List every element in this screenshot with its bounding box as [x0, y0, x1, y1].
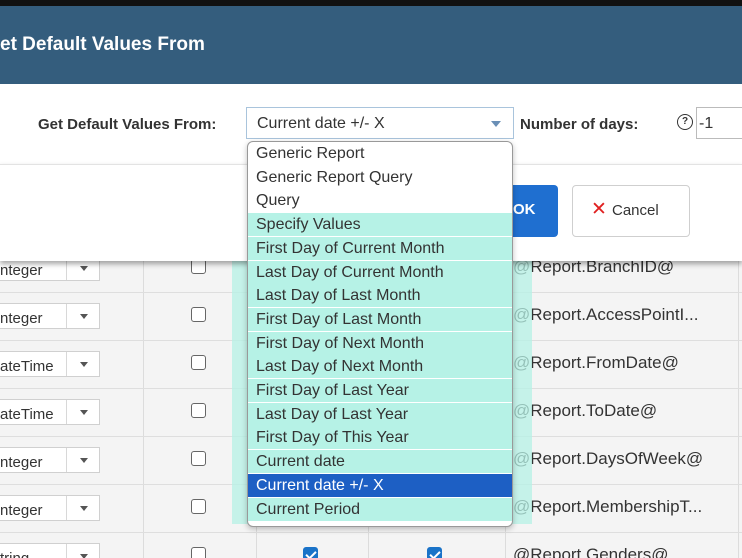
dropdown-option[interactable]: First Day of This Year [248, 426, 512, 450]
chevron-down-icon[interactable] [80, 554, 88, 558]
type-select-divider [66, 400, 67, 424]
parameter-name: @Report.ToDate@ [513, 401, 658, 420]
type-select-value: nteger [0, 262, 43, 279]
row-checkbox[interactable] [191, 547, 206, 558]
type-select-divider [66, 304, 67, 328]
row-checkbox[interactable] [191, 451, 206, 466]
checkbox-checked[interactable] [303, 547, 318, 558]
type-select[interactable]: ateTime [0, 399, 100, 425]
type-select-divider [66, 448, 67, 472]
parameter-name: @Report.DaysOfWeek@ [513, 449, 704, 468]
dropdown-option[interactable]: Query [248, 189, 512, 212]
help-icon[interactable]: ? [677, 114, 693, 130]
row-checkbox[interactable] [191, 259, 206, 274]
chevron-down-icon[interactable] [80, 266, 88, 271]
cancel-button[interactable]: ✕ Cancel [572, 185, 690, 237]
chevron-down-icon[interactable] [80, 362, 88, 367]
type-select-divider [66, 544, 67, 558]
days-input-value: -1 [699, 115, 714, 132]
dropdown-option[interactable]: Generic Report [248, 142, 512, 165]
chevron-down-icon[interactable] [80, 458, 88, 463]
type-select-value: tring [0, 550, 29, 558]
row-checkbox[interactable] [191, 499, 206, 514]
type-select[interactable]: ateTime [0, 351, 100, 377]
type-select-value: nteger [0, 454, 43, 471]
source-label: Get Default Values From: [38, 116, 217, 133]
row-checkbox[interactable] [191, 355, 206, 370]
type-select[interactable]: nteger [0, 303, 100, 329]
type-select-value: ateTime [0, 358, 54, 375]
type-select-divider [66, 496, 67, 520]
source-select-value: Current date +/- X [257, 115, 385, 132]
dropdown-option[interactable]: Last Day of Last Year [248, 402, 512, 426]
dialog-title: et Default Values From [0, 34, 205, 55]
screen: nteger @Report.BranchID@ nteger @Report.Acc… [0, 0, 742, 558]
days-input[interactable]: -1 [696, 107, 742, 139]
source-dropdown-list[interactable]: Generic Report Generic Report Query Query S… [247, 141, 513, 527]
dropdown-option[interactable]: Generic Report Query [248, 166, 512, 189]
parameter-name: @Report.MembershipT... [513, 497, 703, 516]
type-select-value: ateTime [0, 406, 54, 423]
parameter-name: @Report.Genders@ [513, 545, 669, 558]
type-select[interactable]: nteger [0, 495, 100, 521]
dropdown-option[interactable]: First Day of Current Month [248, 236, 512, 260]
chevron-down-icon[interactable] [491, 121, 501, 127]
type-select[interactable]: tring [0, 543, 100, 558]
days-label: Number of days: [520, 116, 639, 133]
dropdown-option[interactable]: First Day of Next Month [248, 331, 512, 355]
chevron-down-icon[interactable] [80, 314, 88, 319]
row-checkbox[interactable] [191, 403, 206, 418]
dropdown-option[interactable]: First Day of Last Month [248, 307, 512, 331]
source-select[interactable]: Current date +/- X [246, 107, 514, 139]
dropdown-option[interactable]: Current Period [248, 497, 512, 521]
dropdown-option[interactable]: Last Day of Current Month [248, 260, 512, 284]
ok-button-label: OK [513, 201, 536, 218]
cancel-button-label: Cancel [612, 202, 659, 219]
dropdown-option[interactable]: Last Day of Last Month [248, 284, 512, 308]
dropdown-option[interactable]: Last Day of Next Month [248, 355, 512, 379]
type-select-value: nteger [0, 502, 43, 519]
chevron-down-icon[interactable] [80, 506, 88, 511]
chevron-down-icon[interactable] [80, 410, 88, 415]
type-select[interactable]: nteger [0, 447, 100, 473]
dropdown-option[interactable]: Current date [248, 450, 512, 474]
dropdown-option[interactable]: First Day of Last Year [248, 379, 512, 402]
close-icon: ✕ [591, 199, 607, 220]
type-select-value: nteger [0, 310, 43, 327]
type-select-divider [66, 352, 67, 376]
checkbox-checked[interactable] [427, 547, 442, 558]
parameter-name: @Report.AccessPointI... [513, 305, 699, 324]
dropdown-option[interactable]: Specify Values [248, 213, 512, 237]
parameter-name: @Report.FromDate@ [513, 353, 679, 372]
table-row: tring @Report.Genders@ [0, 532, 742, 558]
row-checkbox[interactable] [191, 307, 206, 322]
dropdown-option[interactable]: Current date +/- X [248, 473, 512, 497]
